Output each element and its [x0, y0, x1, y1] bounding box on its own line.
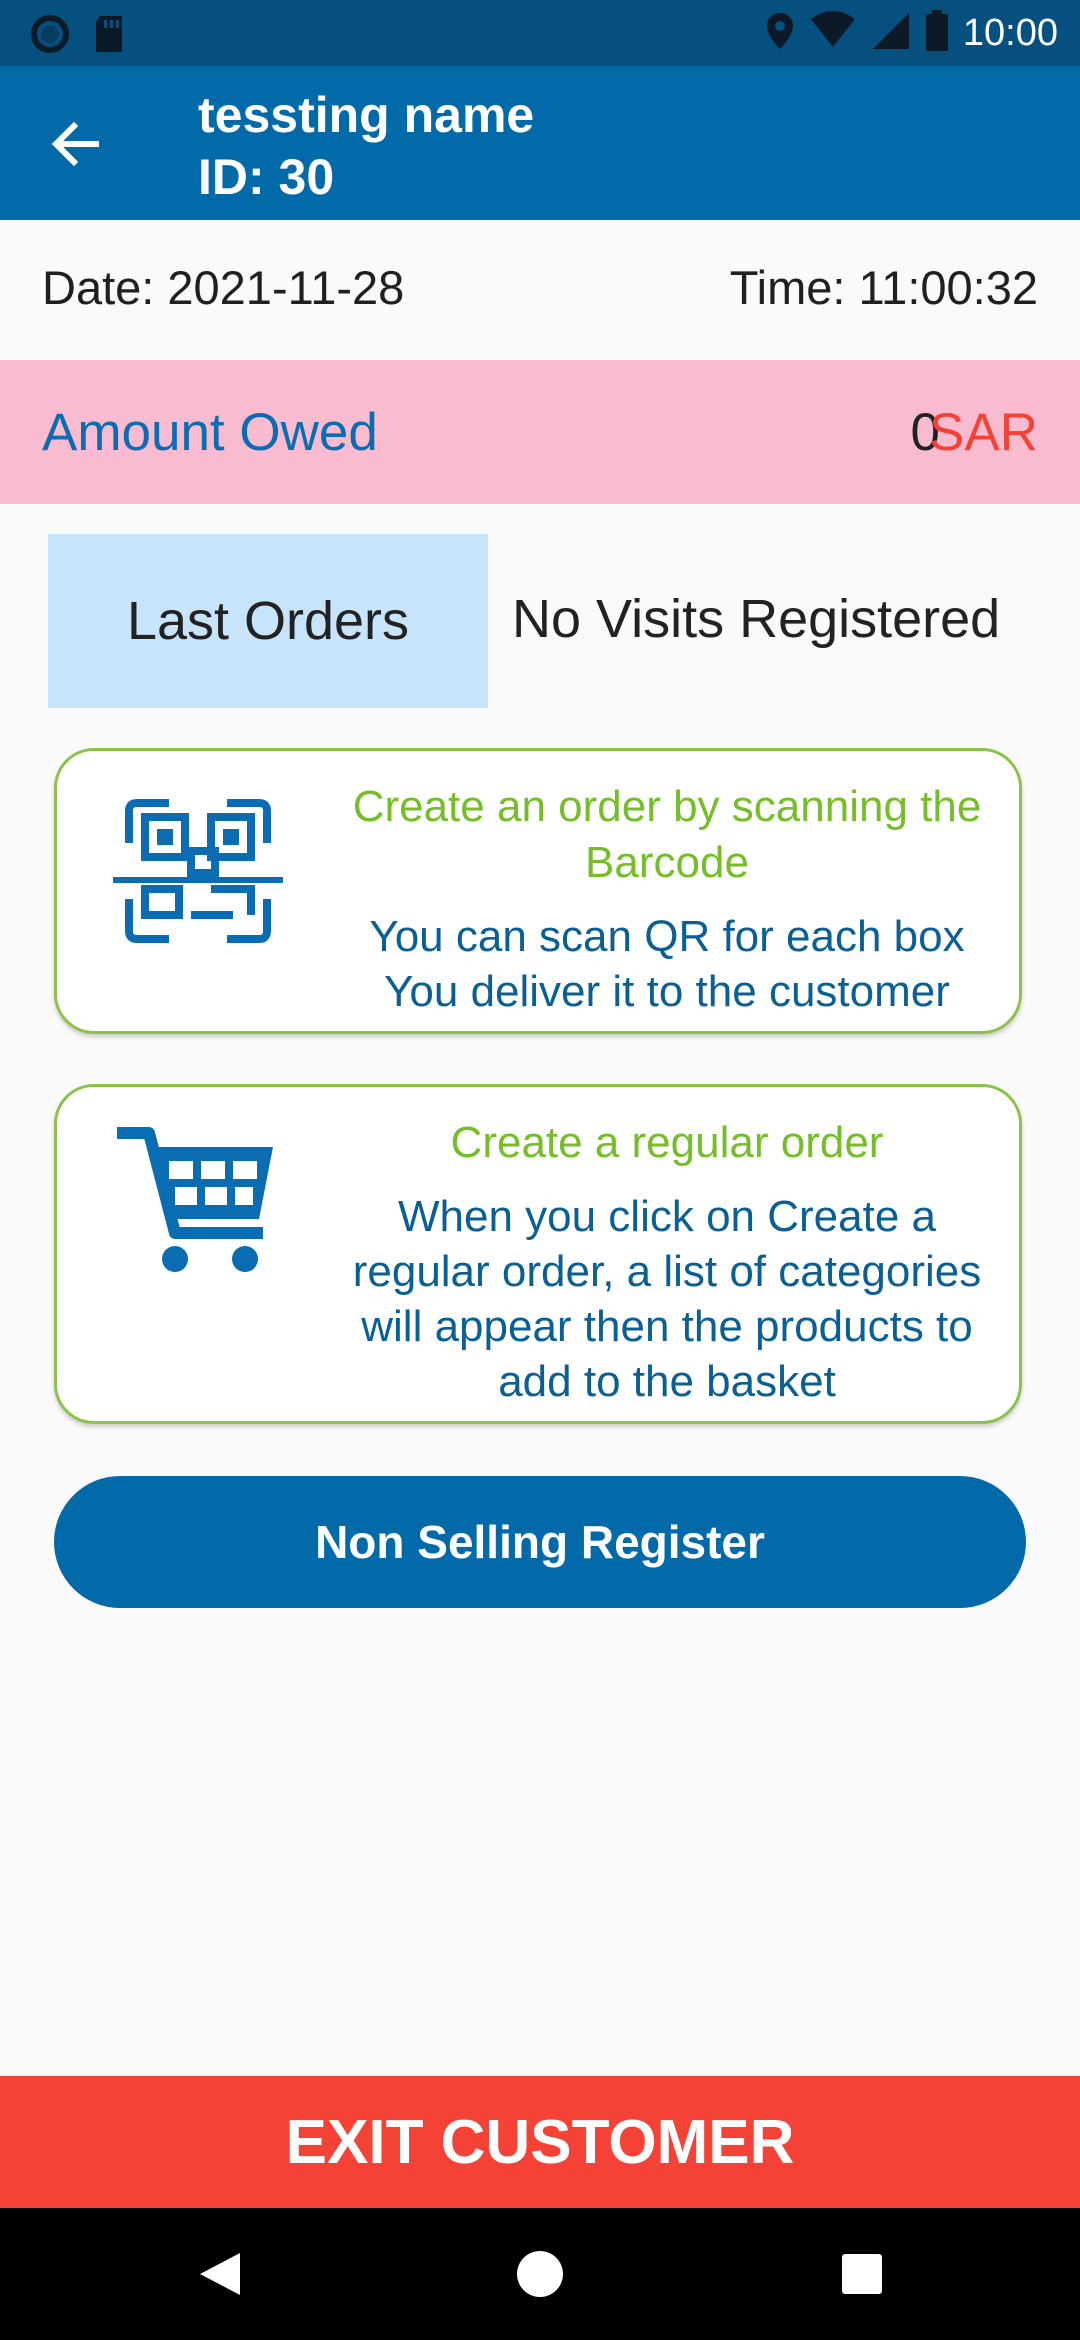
visit-datetime: Date: 2021-11-28 Time: 11:00:32 [0, 220, 1080, 360]
nav-home-button[interactable] [516, 2208, 564, 2340]
back-triangle-icon [200, 2253, 240, 2295]
regular-order-card[interactable]: Create a regular order When you click on… [54, 1084, 1022, 1424]
scan-order-card[interactable]: Create an order by scanning the Barcode … [54, 748, 1022, 1034]
orders-row: Last Orders No Visits Registered [48, 534, 1048, 708]
back-button[interactable] [46, 114, 106, 174]
status-time: 10:00 [962, 12, 1058, 54]
record-icon [30, 14, 70, 59]
visit-date: Date: 2021-11-28 [42, 261, 405, 314]
scan-order-text: Create an order by scanning the Barcode … [327, 779, 1007, 1019]
amount-owed-bar: Amount Owed 0 SAR [0, 360, 1080, 504]
customer-title: tessting name ID: 30 [198, 84, 534, 208]
home-circle-icon [517, 2251, 563, 2297]
visits-status: No Visits Registered [512, 589, 1001, 649]
customer-id: ID: 30 [198, 149, 335, 205]
system-nav-bar [0, 2208, 1080, 2340]
scan-order-description: You can scan QR for each box You deliver… [369, 912, 965, 1016]
visit-time: Time: 11:00:32 [729, 261, 1038, 314]
non-selling-register-button[interactable]: Non Selling Register [54, 1476, 1026, 1608]
amount-owed-currency: SAR [929, 403, 1038, 462]
scan-order-title: Create an order by scanning the Barcode [352, 782, 982, 887]
nav-back-button[interactable] [196, 2208, 242, 2340]
wifi-icon [809, 11, 857, 56]
qr-scan-icon [113, 791, 283, 956]
amount-owed-label: Amount Owed [42, 403, 378, 462]
regular-order-description: When you click on Create a regular order… [352, 1192, 982, 1406]
location-icon [765, 11, 795, 56]
arrow-left-icon [51, 121, 99, 167]
customer-name: tessting name [198, 87, 535, 143]
sd-card-icon [92, 14, 126, 59]
cart-icon [113, 1123, 283, 1288]
app-bar: tessting name ID: 30 [0, 66, 1080, 220]
regular-order-title: Create a regular order [450, 1118, 884, 1167]
exit-customer-button[interactable]: EXIT CUSTOMER [0, 2076, 1080, 2208]
status-bar: 10:00 [0, 0, 1080, 66]
signal-icon [871, 11, 911, 56]
last-orders-button[interactable]: Last Orders [48, 534, 488, 708]
recents-square-icon [842, 2254, 882, 2294]
nav-recents-button[interactable] [840, 2208, 884, 2340]
battery-icon [925, 10, 949, 57]
regular-order-text: Create a regular order When you click on… [327, 1115, 1007, 1409]
